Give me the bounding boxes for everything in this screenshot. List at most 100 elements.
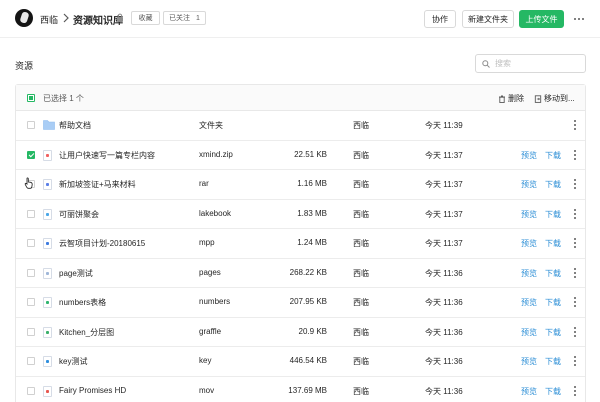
file-size: 207.95 KB bbox=[289, 297, 327, 306]
row-checkbox[interactable] bbox=[27, 268, 35, 277]
preview-link[interactable]: 预览 bbox=[521, 386, 537, 397]
favorite-button[interactable]: 收藏 bbox=[131, 11, 160, 25]
graffle-file-icon bbox=[43, 326, 52, 338]
table-row[interactable]: 帮助文档 文件夹 西临 今天 11:39 bbox=[16, 111, 585, 141]
move-file-icon bbox=[534, 94, 542, 103]
file-name[interactable]: 可丽饼聚会 bbox=[59, 209, 99, 220]
avatar[interactable] bbox=[15, 9, 33, 27]
file-name[interactable]: page测试 bbox=[59, 268, 93, 279]
download-link[interactable]: 下载 bbox=[545, 386, 561, 397]
file-name[interactable]: 帮助文档 bbox=[59, 120, 91, 131]
top-header: 西临 资源知识库 收藏 已关注 1 协作 新建文件夹 上传文件 bbox=[0, 0, 600, 38]
table-row[interactable]: 云智项目计划-20180615 mpp 1.24 MB 西临 今天 11:37 预览 下载 bbox=[16, 229, 585, 259]
file-name[interactable]: key测试 bbox=[59, 356, 87, 367]
download-link[interactable]: 下载 bbox=[545, 209, 561, 220]
file-modified-time: 今天 11:37 bbox=[425, 209, 463, 219]
table-row[interactable]: key测试 key 446.54 KB 西临 今天 11:36 预览 下载 bbox=[16, 347, 585, 377]
file-modified-time: 今天 11:37 bbox=[425, 150, 463, 160]
select-all-checkbox[interactable] bbox=[27, 94, 35, 102]
file-type: graffle bbox=[199, 326, 222, 336]
table-row[interactable]: Fairy Promises HD mov 137.69 MB 西临 今天 11:36 预… bbox=[16, 377, 585, 402]
collaborate-button[interactable]: 协作 bbox=[424, 10, 456, 28]
table-row[interactable]: 让用户快速写一篇专栏内容 xmind.zip 22.51 KB 西临 今天 11:37 预… bbox=[16, 141, 585, 170]
file-name[interactable]: 新加坡签证+马来材料 bbox=[59, 179, 136, 190]
row-more-icon[interactable] bbox=[572, 267, 578, 279]
preview-link[interactable]: 预览 bbox=[521, 297, 537, 308]
download-link[interactable]: 下载 bbox=[545, 327, 561, 338]
row-checkbox[interactable] bbox=[27, 209, 35, 218]
file-modified-time: 今天 11:37 bbox=[425, 180, 463, 189]
download-link[interactable]: 下载 bbox=[545, 150, 561, 161]
table-row[interactable]: 新加坡签证+马来材料 rar 1.16 MB 西临 今天 11:37 预览 下载 bbox=[16, 170, 585, 200]
search-box[interactable] bbox=[475, 54, 586, 73]
file-name[interactable]: numbers表格 bbox=[59, 297, 106, 308]
row-more-icon[interactable] bbox=[572, 179, 578, 190]
row-checkbox[interactable] bbox=[27, 150, 35, 159]
row-checkbox[interactable] bbox=[27, 327, 35, 336]
preview-link[interactable]: 预览 bbox=[521, 327, 537, 338]
move-label: 移动到... bbox=[544, 94, 575, 103]
file-type: 文件夹 bbox=[199, 121, 223, 130]
upload-file-button[interactable]: 上传文件 bbox=[519, 10, 564, 28]
preview-link[interactable]: 预览 bbox=[521, 356, 537, 367]
row-checkbox[interactable] bbox=[27, 386, 35, 395]
more-options-icon[interactable] bbox=[570, 10, 588, 28]
row-more-icon[interactable] bbox=[572, 149, 578, 161]
file-type: xmind.zip bbox=[199, 149, 233, 159]
row-more-icon[interactable] bbox=[572, 120, 578, 131]
file-type: key bbox=[199, 356, 212, 365]
download-link[interactable]: 下载 bbox=[545, 356, 561, 367]
table-row[interactable]: numbers表格 numbers 207.95 KB 西临 今天 11:36 预览 下载 bbox=[16, 288, 585, 318]
numbers-file-icon bbox=[43, 297, 52, 308]
row-more-icon[interactable] bbox=[572, 238, 578, 249]
preview-link[interactable]: 预览 bbox=[521, 150, 537, 161]
row-checkbox[interactable] bbox=[27, 239, 35, 247]
file-size: 1.24 MB bbox=[297, 238, 327, 247]
file-name[interactable]: 云智项目计划-20180615 bbox=[59, 238, 145, 249]
file-owner: 西临 bbox=[353, 121, 369, 130]
file-owner: 西临 bbox=[353, 239, 369, 248]
mov-file-icon bbox=[43, 385, 52, 397]
row-more-icon[interactable] bbox=[572, 208, 578, 220]
mpp-file-icon bbox=[43, 238, 52, 249]
download-link[interactable]: 下载 bbox=[545, 238, 561, 249]
preview-link[interactable]: 预览 bbox=[521, 179, 537, 190]
row-checkbox[interactable] bbox=[27, 121, 35, 129]
row-more-icon[interactable] bbox=[572, 297, 578, 308]
file-size: 1.83 MB bbox=[297, 208, 327, 218]
file-size: 20.9 KB bbox=[298, 326, 327, 336]
row-more-icon[interactable] bbox=[572, 326, 578, 338]
row-checkbox[interactable] bbox=[27, 357, 35, 365]
row-more-icon[interactable] bbox=[572, 356, 578, 367]
delete-label: 删除 bbox=[508, 94, 524, 103]
download-link[interactable]: 下载 bbox=[545, 179, 561, 190]
row-more-icon[interactable] bbox=[572, 385, 578, 397]
preview-link[interactable]: 预览 bbox=[521, 209, 537, 220]
file-size: 1.16 MB bbox=[297, 179, 327, 188]
file-type: mov bbox=[199, 385, 215, 395]
file-type: pages bbox=[199, 267, 221, 277]
row-checkbox[interactable] bbox=[27, 298, 35, 306]
download-link[interactable]: 下载 bbox=[545, 297, 561, 308]
follow-button[interactable]: 已关注 1 bbox=[163, 11, 206, 25]
file-name[interactable]: 让用户快速写一篇专栏内容 bbox=[59, 150, 155, 161]
file-name[interactable]: Fairy Promises HD bbox=[59, 386, 126, 395]
file-name[interactable]: Kitchen_分层图 bbox=[59, 327, 114, 338]
file-owner: 西临 bbox=[353, 327, 369, 337]
preview-link[interactable]: 预览 bbox=[521, 268, 537, 279]
delete-button[interactable]: 删除 bbox=[498, 93, 524, 104]
preview-link[interactable]: 预览 bbox=[521, 238, 537, 249]
lakebook-file-icon bbox=[43, 208, 52, 220]
file-type: rar bbox=[199, 179, 209, 188]
selected-count: 已选择 1 个 bbox=[43, 94, 84, 103]
table-row[interactable]: Kitchen_分层图 graffle 20.9 KB 西临 今天 11:36 预览 下载 bbox=[16, 318, 585, 347]
move-to-button[interactable]: 移动到... bbox=[534, 93, 575, 104]
pages-file-icon bbox=[43, 267, 52, 279]
new-folder-button[interactable]: 新建文件夹 bbox=[462, 10, 514, 28]
breadcrumb-user[interactable]: 西临 bbox=[40, 13, 58, 26]
search-input[interactable] bbox=[495, 59, 585, 68]
table-row[interactable]: page测试 pages 268.22 KB 西临 今天 11:36 预览 下载 bbox=[16, 259, 585, 288]
favorite-label: 收藏 bbox=[138, 15, 153, 22]
table-row[interactable]: 可丽饼聚会 lakebook 1.83 MB 西临 今天 11:37 预览 下载 bbox=[16, 200, 585, 229]
download-link[interactable]: 下载 bbox=[545, 268, 561, 279]
